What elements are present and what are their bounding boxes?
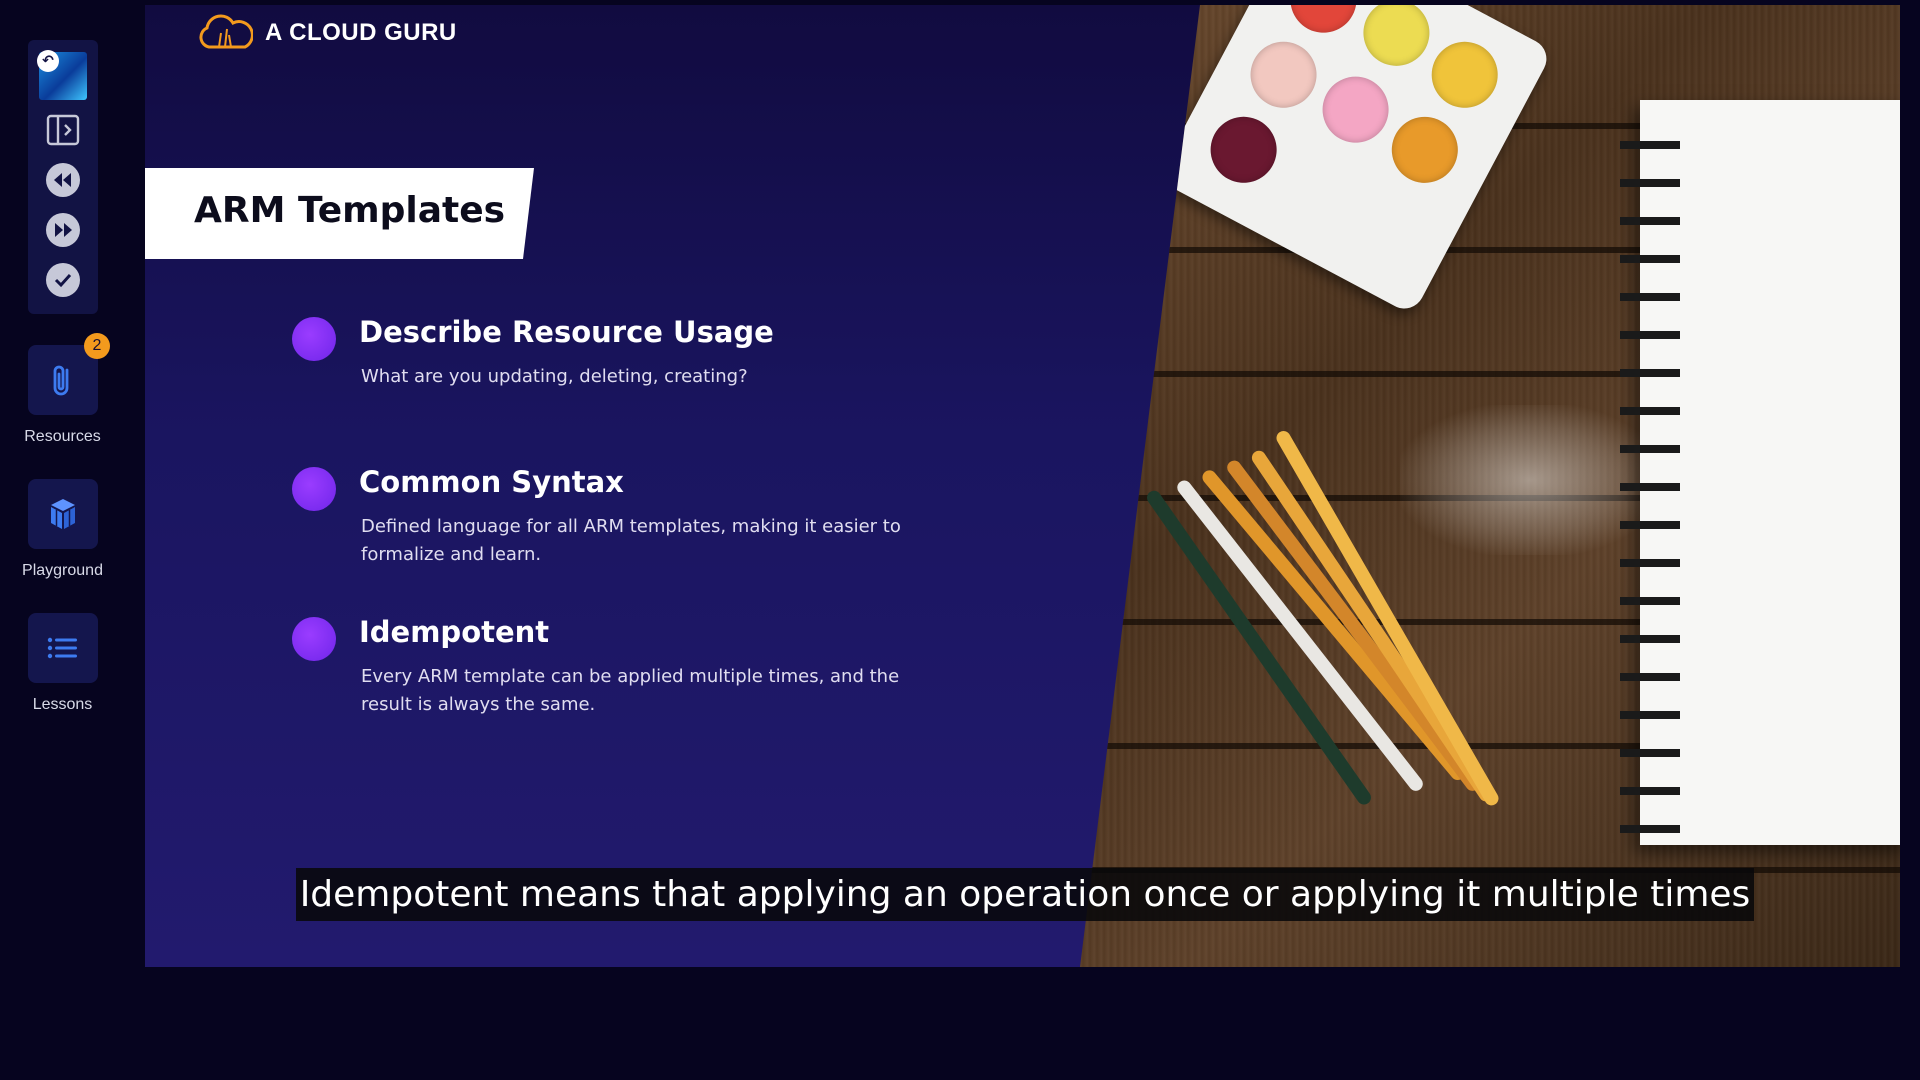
checkmark-icon: [46, 263, 80, 297]
brand-name: A CLOUD GURU: [265, 19, 457, 46]
brand-logo: A CLOUD GURU: [195, 13, 457, 53]
rewind-button[interactable]: [45, 162, 81, 198]
resources-label: Resources: [24, 428, 101, 445]
watercolor-palette: [1156, 5, 1554, 316]
cubes-icon: [51, 499, 75, 529]
closed-captions: Idempotent means that applying an operat…: [150, 865, 1900, 925]
bullet-dot: [292, 317, 336, 361]
bullet-description: Defined language for all ARM templates, …: [361, 516, 901, 565]
bullet-dot: [292, 467, 336, 511]
bullet-description: What are you updating, deleting, creatin…: [361, 366, 748, 387]
video-player: ↶ 2 Resources Playground Lessons A CLOUD…: [0, 0, 1920, 1080]
slide-title: ARM Templates: [194, 190, 506, 231]
fast-forward-icon: [46, 213, 80, 247]
fast-forward-button[interactable]: [45, 212, 81, 248]
resources-count-badge: 2: [84, 333, 110, 359]
expand-panel-icon: [46, 114, 80, 146]
slide-title-banner: ARM Templates: [145, 168, 534, 259]
mark-complete-button[interactable]: [45, 262, 81, 298]
list-icon: [47, 637, 77, 659]
bullet-title: Describe Resource Usage: [359, 315, 774, 349]
bullet-description: Every ARM template can be applied multip…: [361, 666, 900, 715]
rewind-icon: [46, 163, 80, 197]
lessons-label: Lessons: [32, 696, 93, 713]
caption-text: Idempotent means that applying an operat…: [295, 868, 1755, 921]
player-controls-panel: ↶: [28, 40, 98, 314]
playground-label: Playground: [22, 562, 103, 579]
playground-button[interactable]: [28, 479, 98, 549]
expand-sidebar-button[interactable]: [45, 112, 81, 148]
slide-photo: [1080, 5, 1900, 967]
video-frame[interactable]: A CLOUD GURU ARM Templates Describe Reso…: [145, 5, 1900, 967]
back-arrow-icon[interactable]: ↶: [37, 50, 59, 72]
bullet-title: Common Syntax: [359, 465, 624, 499]
paperclip-icon: [53, 365, 69, 396]
lessons-button[interactable]: [28, 613, 98, 683]
left-rail: ↶ 2 Resources Playground Lessons: [0, 0, 125, 1080]
notebook-rings: [1620, 123, 1680, 833]
bullet-title: Idempotent: [359, 615, 550, 649]
bullet-dot: [292, 617, 336, 661]
cloud-logo-icon: [199, 14, 253, 49]
video-thumbnail[interactable]: ↶: [37, 50, 87, 100]
